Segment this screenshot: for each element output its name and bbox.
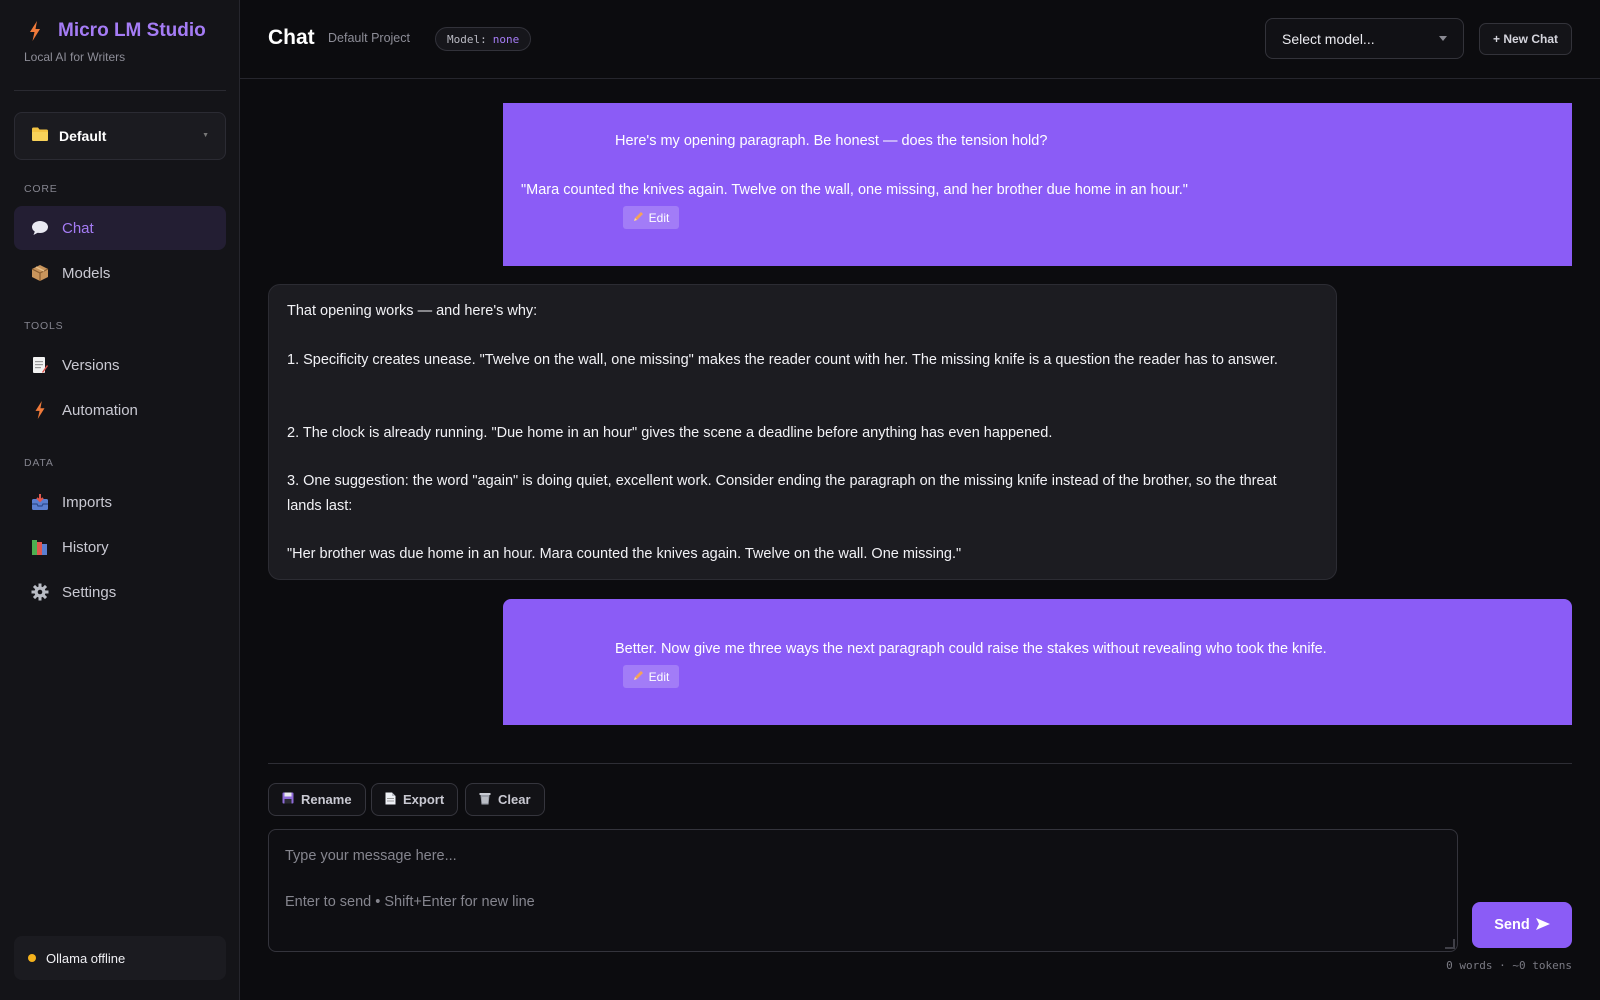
send-button[interactable]: Send bbox=[1472, 902, 1572, 948]
brand: Micro LM Studio Local AI for Writers bbox=[24, 20, 206, 64]
pencil-icon bbox=[633, 670, 644, 684]
page-title: Chat bbox=[268, 26, 315, 49]
send-label: Send bbox=[1494, 917, 1530, 933]
rename-label: Rename bbox=[301, 792, 352, 807]
model-badge-value: none bbox=[492, 32, 520, 46]
sidebar-item-settings[interactable]: Settings bbox=[14, 570, 226, 614]
clear-label: Clear bbox=[498, 792, 531, 807]
lightning-icon bbox=[30, 400, 50, 420]
message-paragraph: 2. The clock is already running. "Due ho… bbox=[287, 425, 1053, 441]
edit-label: Edit bbox=[648, 210, 670, 225]
sidebar: Micro LM Studio Local AI for Writers Def… bbox=[0, 0, 240, 1000]
composer-divider bbox=[268, 763, 1572, 764]
export-label: Export bbox=[403, 792, 445, 807]
resize-handle[interactable] bbox=[1445, 939, 1455, 949]
sidebar-item-label: Versions bbox=[62, 356, 120, 374]
section-label-core: CORE bbox=[24, 183, 58, 195]
sidebar-item-automation[interactable]: Automation bbox=[14, 388, 226, 432]
document-icon bbox=[385, 792, 396, 808]
sidebar-item-label: Automation bbox=[62, 401, 138, 419]
rename-button[interactable]: Rename bbox=[268, 783, 366, 816]
message-text: Better. Now give me three ways the next … bbox=[615, 641, 1327, 657]
folder-icon bbox=[31, 126, 49, 147]
model-badge-label: Model: bbox=[447, 32, 487, 46]
chat-bubble-icon bbox=[30, 218, 50, 238]
sidebar-item-chat[interactable]: Chat bbox=[14, 206, 226, 250]
message-input-placeholder: Type your message here... bbox=[285, 848, 457, 864]
message-paragraph: 3. One suggestion: the word "again" is d… bbox=[287, 473, 1277, 514]
message-input-hint: Enter to send • Shift+Enter for new line bbox=[285, 894, 535, 910]
sidebar-item-label: Models bbox=[62, 264, 111, 282]
assistant-message: That opening works — and here's why: 1. … bbox=[268, 284, 1337, 580]
chat-header: Chat Default Project Model: none Select … bbox=[240, 0, 1600, 79]
app-name: Micro LM Studio bbox=[58, 20, 206, 41]
message-text: Here's my opening paragraph. Be honest —… bbox=[615, 133, 1048, 149]
chevron-down-icon: ▼ bbox=[202, 132, 209, 139]
gear-icon bbox=[30, 582, 50, 602]
floppy-disk-icon bbox=[282, 792, 294, 807]
edit-message-button[interactable]: Edit bbox=[623, 665, 679, 688]
wastebasket-icon bbox=[479, 792, 491, 808]
section-label-data: DATA bbox=[24, 457, 54, 469]
sidebar-item-label: Imports bbox=[62, 493, 113, 511]
chevron-down-icon bbox=[1439, 36, 1447, 41]
pencil-icon bbox=[633, 211, 644, 225]
send-arrow-icon bbox=[1535, 917, 1550, 933]
sidebar-item-versions[interactable]: Versions bbox=[14, 343, 226, 387]
message-paragraph: "Her brother was due home in an hour. Ma… bbox=[287, 546, 962, 562]
project-subtitle: Default Project bbox=[328, 31, 410, 45]
section-label-tools: TOOLS bbox=[24, 320, 64, 332]
clear-button[interactable]: Clear bbox=[465, 783, 545, 816]
edit-message-button[interactable]: Edit bbox=[623, 206, 679, 229]
user-message: Here's my opening paragraph. Be honest —… bbox=[503, 103, 1572, 266]
sidebar-divider bbox=[14, 90, 226, 91]
new-chat-button[interactable]: + New Chat bbox=[1479, 23, 1572, 55]
model-select[interactable]: Select model... bbox=[1265, 18, 1464, 59]
status-text: Ollama offline bbox=[46, 950, 126, 966]
edit-label: Edit bbox=[648, 669, 670, 684]
sidebar-item-imports[interactable]: Imports bbox=[14, 480, 226, 524]
sidebar-item-history[interactable]: History bbox=[14, 525, 226, 569]
lightning-icon bbox=[24, 21, 46, 41]
books-icon bbox=[30, 537, 50, 557]
inbox-icon bbox=[30, 492, 50, 512]
model-select-value: Select model... bbox=[1282, 30, 1375, 47]
model-badge: Model: none bbox=[435, 27, 532, 51]
message-input[interactable]: Type your message here... Enter to send … bbox=[268, 829, 1458, 952]
message-text: "Mara counted the knives again. Twelve o… bbox=[521, 182, 1188, 198]
message-paragraph: That opening works — and here's why: bbox=[287, 303, 538, 319]
memo-icon bbox=[30, 355, 50, 375]
project-name: Default bbox=[59, 128, 107, 144]
connection-status: Ollama offline bbox=[14, 936, 226, 980]
sidebar-item-label: Chat bbox=[62, 219, 94, 237]
sidebar-item-label: History bbox=[62, 538, 109, 556]
package-icon bbox=[30, 263, 50, 283]
user-message: Better. Now give me three ways the next … bbox=[503, 599, 1572, 725]
sidebar-item-label: Settings bbox=[62, 583, 117, 601]
status-dot bbox=[28, 954, 36, 962]
export-button[interactable]: Export bbox=[371, 783, 459, 816]
word-token-counter: 0 words · ~0 tokens bbox=[1446, 959, 1572, 972]
app-tagline: Local AI for Writers bbox=[24, 50, 126, 64]
sidebar-item-models[interactable]: Models bbox=[14, 251, 226, 295]
project-selector[interactable]: Default ▼ bbox=[14, 112, 226, 160]
message-paragraph: 1. Specificity creates unease. "Twelve o… bbox=[287, 352, 1278, 368]
